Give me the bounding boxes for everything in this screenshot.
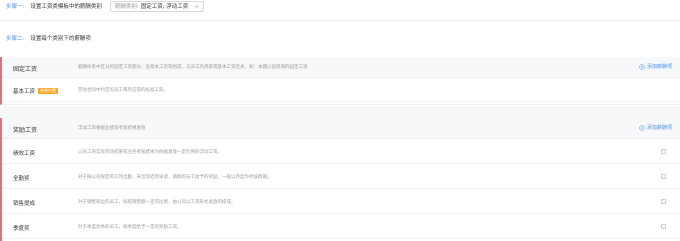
salary-item-row: 全勤奖 对于按公司规定的工时出勤、未出现迟到早退、请假的员工给予的奖励，一般以月… (2, 165, 680, 189)
salary-item-desc: 劳动合同中约定的员工每月应得的标准工资。 (78, 88, 168, 93)
fixed-salary-title: 固定工资 (13, 66, 38, 73)
step-two-text: 设置每个类别下的薪酬项 (30, 36, 91, 42)
system-badge: 系统内置 (38, 88, 59, 94)
step-one-text: 设置工资类模板中的薪酬类别 (30, 4, 102, 10)
chevron-down-icon (195, 5, 199, 8)
add-salary-item-label: 添加薪酬项 (646, 64, 672, 70)
salary-item-name-text: 基本工资 (13, 89, 36, 95)
fixed-salary-section: 固定工资 薪酬体系中区分的固定工资部分，含基本工资等组成，与员工的月薪或基本工资… (0, 57, 680, 105)
salary-item-row: 基本工资 系统内置 劳动合同中约定的员工每月应得的标准工资。 (2, 78, 680, 102)
item-checkbox[interactable] (661, 224, 666, 229)
item-checkbox[interactable] (661, 149, 666, 154)
salary-item-desc: 对于销售岗位的员工，按照销售额一定的比例，由公司以工资形式发放的提成。 (78, 200, 236, 205)
salary-item-desc: 对于按公司规定的工时出勤、未出现迟到早退、请假的员工给予的奖励，一般以月度为考核… (78, 175, 272, 180)
salary-item-name: 全勤奖 (13, 176, 30, 182)
plus-circle-icon (639, 63, 645, 70)
salary-item-row: 绩效工资 以员工的实际劳动成果或业务考核结果为依据发放一定比例的浮动工资。 (2, 140, 680, 164)
fixed-salary-desc: 薪酬体系中区分的固定工资部分，含基本工资等组成，与员工的月薪或基本工资无关，如：… (78, 65, 308, 70)
select-value: 固定工资, 浮动工资 (140, 4, 189, 10)
fixed-salary-header: 固定工资 薪酬体系中区分的固定工资部分，含基本工资等组成，与员工的月薪或基本工资… (2, 57, 680, 78)
bonus-salary-header: 奖励工资 浮动工资根据业绩等考核结果发放 添加薪酬项 (2, 118, 680, 139)
plus-circle-icon (639, 124, 645, 131)
salary-item-desc: 对于季度优秀的员工，按季度给予一定的奖励工资。 (78, 225, 182, 230)
salary-item-name: 销售提成 (13, 201, 36, 207)
salary-item-name: 绩效工资 (13, 151, 36, 157)
divider (0, 20, 680, 21)
salary-item-name: 基本工资 系统内置 (13, 87, 59, 95)
salary-item-desc: 以员工的实际劳动成果或业务考核结果为依据发放一定比例的浮动工资。 (78, 150, 222, 155)
add-salary-item-label: 添加薪酬项 (646, 125, 672, 131)
item-checkbox[interactable] (661, 199, 666, 204)
salary-item-row: 季度奖 对于季度优秀的员工，按季度给予一定的奖励工资。 (2, 215, 680, 239)
bonus-salary-section: 奖励工资 浮动工资根据业绩等考核结果发放 添加薪酬项 绩效工资 以员工的实际劳动… (0, 118, 680, 241)
item-checkbox[interactable] (661, 174, 666, 179)
step-one-label: 步骤一: (6, 4, 25, 10)
add-salary-item-button[interactable]: 添加薪酬项 (639, 63, 672, 70)
step-two-label: 步骤二: (6, 36, 25, 42)
step-two-row: 步骤二: 设置每个类别下的薪酬项 (6, 32, 99, 44)
add-salary-item-button[interactable]: 添加薪酬项 (639, 124, 672, 131)
select-label: 薪酬类别: (114, 4, 139, 10)
bonus-salary-title: 奖励工资 (13, 127, 38, 134)
bonus-salary-desc: 浮动工资根据业绩等考核结果发放 (78, 126, 146, 131)
salary-item-name: 季度奖 (13, 226, 30, 232)
salary-item-row: 销售提成 对于销售岗位的员工，按照销售额一定的比例，由公司以工资形式发放的提成。 (2, 190, 680, 214)
step-one-row: 步骤一: 设置工资类模板中的薪酬类别 薪酬类别: 固定工资, 浮动工资 (6, 0, 205, 12)
salary-category-select[interactable]: 薪酬类别: 固定工资, 浮动工资 (109, 0, 205, 12)
section-gap (0, 106, 680, 118)
